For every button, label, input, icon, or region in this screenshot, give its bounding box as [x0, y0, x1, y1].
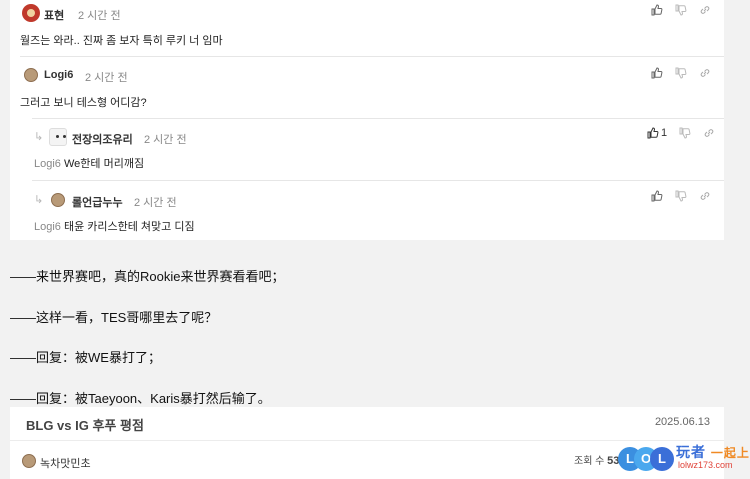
comment-text: 그러고 보니 테스형 어디감?	[20, 97, 147, 109]
thumbs-up-icon[interactable]	[651, 67, 663, 79]
comment-actions	[651, 190, 711, 202]
article-author[interactable]: 녹차맛민초	[40, 455, 91, 471]
avatar[interactable]	[51, 193, 65, 207]
reply-body: 태윤 카리스한테 쳐맞고 디짐	[63, 221, 195, 233]
link-icon[interactable]	[703, 127, 715, 139]
site-watermark: L O L 玩者 一起上 lolwz173.com	[618, 440, 750, 479]
avatar[interactable]	[22, 4, 40, 22]
comment-author[interactable]: Logi6	[44, 69, 73, 81]
thumbs-down-icon[interactable]	[675, 67, 687, 79]
mention-link[interactable]: Logi6	[34, 158, 61, 170]
comment-time: 2 시간 전	[85, 72, 128, 84]
translation-line: ——来世界赛吧，真的Rookie来世界赛看看吧；	[10, 269, 285, 284]
watermark-brand: 玩者 一起上	[676, 442, 750, 462]
comment-time: 2 시간 전	[144, 134, 187, 146]
comment-actions	[651, 67, 711, 79]
thumbs-down-icon[interactable]	[675, 4, 687, 16]
translation-line: ——这样一看，TES哥哪里去了呢？	[10, 310, 218, 325]
article-date: 2025.06.13	[654, 416, 710, 428]
link-icon[interactable]	[699, 67, 711, 79]
translation-line: ——回复：被Taeyoon、Karis暴打然后输了。	[10, 391, 271, 406]
article-title[interactable]: BLG vs IG 후푸 평점	[26, 415, 144, 434]
comment-author[interactable]: 롤언급누누	[72, 194, 123, 210]
mention-link[interactable]: Logi6	[34, 221, 61, 233]
thumbs-up-icon[interactable]	[651, 4, 663, 16]
view-count: 조회 수 53	[574, 452, 619, 467]
comment-text: 월즈는 와라.. 진짜 좀 보자 특히 루키 너 임마	[20, 35, 223, 47]
thumbs-up-icon[interactable]	[651, 190, 663, 202]
avatar[interactable]	[22, 454, 36, 468]
divider	[10, 440, 724, 441]
watermark-brand-text: 玩者	[676, 444, 706, 460]
link-icon[interactable]	[699, 4, 711, 16]
reply-arrow-icon: ↳	[34, 131, 44, 143]
comment-card: 표현 2 시간 전 월즈는 와라.. 진짜 좀 보자 특히 루키 너 임마 Lo…	[10, 0, 724, 240]
article-header: BLG vs IG 후푸 평점 2025.06.13 녹차맛민초 조회 수 53	[10, 407, 724, 479]
thumbs-down-icon[interactable]	[675, 190, 687, 202]
link-icon[interactable]	[699, 190, 711, 202]
view-count-label: 조회 수	[574, 456, 605, 467]
thumbs-down-icon[interactable]	[679, 127, 691, 139]
comment-author[interactable]: 표현	[44, 7, 64, 23]
reply-item: ↳ 전장의조유리 2 시간 전 Logi6 We한테 머리깨짐 1	[10, 119, 724, 180]
thumbs-up-icon[interactable]: 1	[647, 127, 667, 139]
comment-time: 2 시간 전	[134, 197, 177, 209]
comment-text: Logi6 We한테 머리깨짐	[34, 155, 144, 171]
comment-actions: 1	[647, 127, 715, 139]
watermark-url: lolwz173.com	[678, 460, 733, 470]
comment-time: 2 시간 전	[78, 10, 121, 22]
reply-item: ↳ 롤언급누누 2 시간 전 Logi6 태윤 카리스한테 쳐맞고 디짐	[10, 181, 724, 240]
reply-arrow-icon: ↳	[34, 194, 44, 206]
reply-body: We한테 머리깨짐	[63, 158, 145, 170]
comment-item: 표현 2 시간 전 월즈는 와라.. 진짜 좀 보자 특히 루키 너 임마	[10, 0, 724, 56]
watermark-brand-accent: 一起上	[710, 446, 750, 460]
translation-line: ——回复：被WE暴打了；	[10, 350, 161, 365]
comment-item: Logi6 2 시간 전 그러고 보니 테스형 어디감?	[10, 57, 724, 118]
comment-text: Logi6 태윤 카리스한테 쳐맞고 디짐	[34, 218, 195, 234]
avatar[interactable]	[49, 128, 67, 146]
avatar[interactable]	[24, 68, 38, 82]
comment-actions	[651, 4, 711, 16]
watermark-letter: L	[650, 447, 674, 471]
comment-author[interactable]: 전장의조유리	[72, 131, 133, 147]
like-count: 1	[661, 127, 668, 139]
